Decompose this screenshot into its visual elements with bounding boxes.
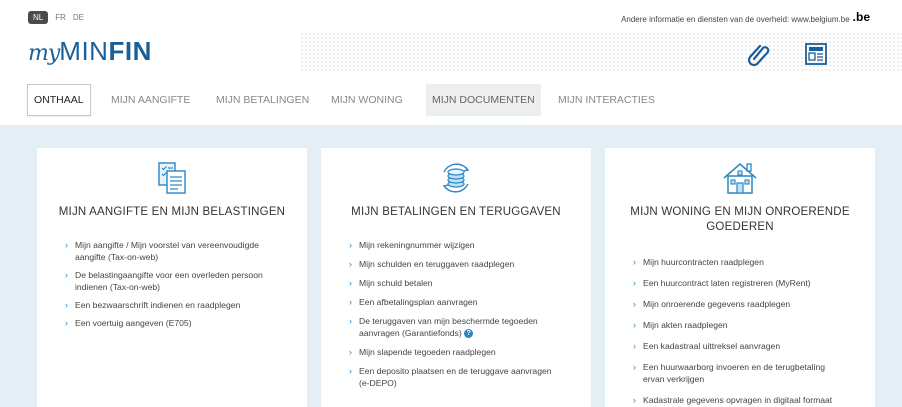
tab-onthaal[interactable]: ONTHAAL: [27, 84, 91, 116]
link-schulden-teruggaven[interactable]: › Mijn schulden en teruggaven raadplegen: [349, 258, 573, 270]
link-mijn-aangifte[interactable]: › Mijn aangifte / Mijn voorstel van veree…: [65, 239, 289, 263]
lang-de[interactable]: DE: [73, 13, 84, 22]
lang-fr[interactable]: FR: [55, 13, 66, 22]
gov-info: Andere informatie en diensten van de ove…: [621, 10, 870, 26]
card-betalingen: MIJN BETALINGEN EN TERUGGAVEN › Mijn reke…: [321, 148, 591, 407]
paperclip-icon[interactable]: [745, 40, 773, 68]
link-huurwaarborg[interactable]: › Een huurwaarborg invoeren en de terugbe…: [633, 361, 857, 385]
link-kadastrale-gegevens[interactable]: › Kadastrale gegevens opvragen in digitaa…: [633, 394, 857, 406]
card-title: MIJN BETALINGEN EN TERUGGAVEN: [351, 206, 561, 218]
link-akten[interactable]: › Mijn akten raadplegen: [633, 319, 857, 331]
coins-refresh-icon: [442, 163, 470, 193]
card-link-list: › Mijn huurcontracten raadplegen › Een huu…: [633, 256, 857, 406]
link-voertuig[interactable]: › Een voertuig aangeven (E705): [65, 317, 289, 329]
main-nav: ONTHAAL MIJN AANGIFTE MIJN BETALINGEN MI…: [0, 84, 902, 116]
card-title: MIJN AANGIFTE EN MIJN BELASTINGEN: [58, 206, 286, 218]
logo-fin: FIN: [108, 36, 152, 66]
link-e-depo[interactable]: › Een deposito plaatsen en de teruggave a…: [349, 365, 573, 389]
site-header: my MIN FIN: [0, 32, 902, 72]
link-onroerende-gegevens[interactable]: › Mijn onroerende gegevens raadplegen: [633, 298, 857, 310]
top-bar: NL FR DE Andere informatie en diensten v…: [0, 0, 902, 32]
language-switcher: NL FR DE: [28, 11, 84, 24]
tab-mijn-documenten[interactable]: MIJN DOCUMENTEN: [426, 84, 541, 116]
card-woning: MIJN WONING EN MIJN ONROERENDE GOEDEREN ›…: [605, 148, 875, 407]
link-schuld-betalen[interactable]: › Mijn schuld betalen: [349, 277, 573, 289]
lang-nl[interactable]: NL: [28, 11, 49, 24]
belgium-be-logo[interactable]: .be: [853, 10, 870, 24]
link-myrent[interactable]: › Een huurcontract laten registreren (MyR…: [633, 277, 857, 289]
tab-mijn-interacties[interactable]: MIJN INTERACTIES: [552, 84, 661, 116]
link-bezwaarschrift[interactable]: › Een bezwaarschrift indienen en raadpleg…: [65, 299, 289, 311]
news-icon[interactable]: [802, 40, 830, 68]
card-link-list: › Mijn rekeningnummer wijzigen › Mijn schu…: [349, 239, 573, 389]
tab-mijn-aangifte[interactable]: MIJN AANGIFTE: [105, 84, 196, 116]
content-area: MIJN AANGIFTE EN MIJN BELASTINGEN › Mijn …: [0, 125, 902, 407]
help-icon[interactable]: ?: [464, 329, 474, 339]
tax-form-icon: [158, 162, 186, 194]
link-garantiefonds[interactable]: › De teruggaven van mijn beschermde tegoe…: [349, 315, 573, 339]
tab-mijn-woning[interactable]: MIJN WONING: [325, 84, 409, 116]
house-icon: [723, 163, 757, 194]
card-title: MIJN WONING EN MIJN ONROERENDE GOEDEREN: [630, 206, 850, 233]
tab-mijn-betalingen[interactable]: MIJN BETALINGEN: [210, 84, 315, 116]
card-link-list: › Mijn aangifte / Mijn voorstel van veree…: [65, 239, 289, 329]
link-huurcontracten[interactable]: › Mijn huurcontracten raadplegen: [633, 256, 857, 268]
link-slapende-tegoeden[interactable]: › Mijn slapende tegoeden raadplegen: [349, 346, 573, 358]
logo-my: my: [28, 41, 60, 66]
logo-min: MIN: [59, 36, 109, 66]
link-afbetalingsplan[interactable]: › Een afbetalingsplan aanvragen: [349, 296, 573, 308]
link-rekeningnummer[interactable]: › Mijn rekeningnummer wijzigen: [349, 239, 573, 251]
link-kadastraal-uittreksel[interactable]: › Een kadastraal uittreksel aanvragen: [633, 340, 857, 352]
gov-info-link[interactable]: Andere informatie en diensten van de ove…: [621, 15, 850, 24]
link-overleden-persoon[interactable]: › De belastingaangifte voor een overleden…: [65, 269, 289, 293]
card-aangifte: MIJN AANGIFTE EN MIJN BELASTINGEN › Mijn …: [37, 148, 307, 407]
myminfin-logo[interactable]: my MIN FIN: [28, 36, 152, 67]
